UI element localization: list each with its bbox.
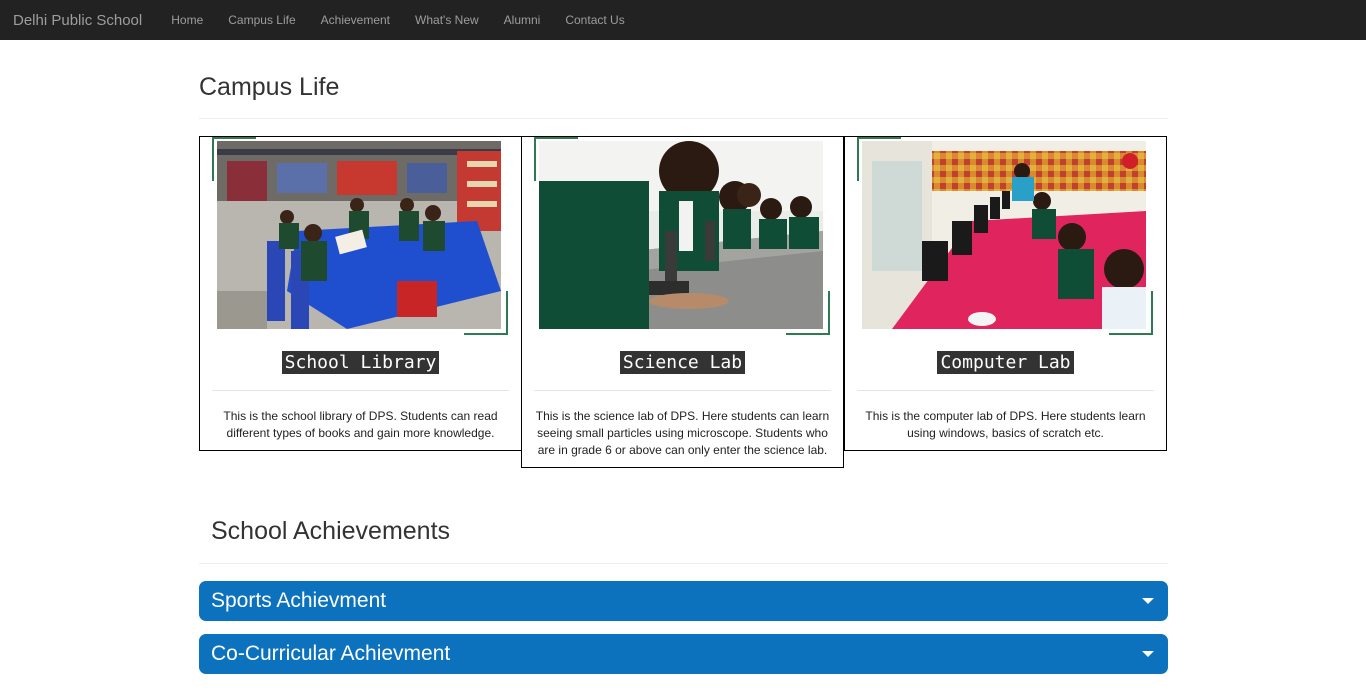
card-title-library: School Library [200, 351, 521, 374]
science-photo [539, 141, 823, 329]
card-science-lab: Science Lab This is the science lab of D… [521, 136, 844, 468]
top-navbar: Delhi Public School Home Campus Life Ach… [0, 0, 1366, 40]
computer-photo-frame [857, 137, 1153, 335]
caret-down-icon [1142, 651, 1154, 657]
accordion-co-curricular-label: Co-Curricular Achievment [211, 642, 451, 665]
campus-life-heading: Campus Life [199, 73, 340, 101]
science-photo-frame [534, 137, 830, 335]
nav-link-contact-us[interactable]: Contact Us [552, 13, 636, 27]
card-text-computer: This is the computer lab of DPS. Here st… [865, 409, 1146, 440]
section-divider [199, 118, 1168, 119]
nav-link-alumni[interactable]: Alumni [491, 13, 553, 27]
nav-link-home[interactable]: Home [158, 13, 215, 27]
caret-down-icon [1142, 598, 1154, 604]
achievements-divider [199, 563, 1168, 564]
nav-link-whats-new[interactable]: What's New [402, 13, 491, 27]
card-text-library: This is the school library of DPS. Stude… [223, 409, 498, 440]
card-text-science: This is the science lab of DPS. Here stu… [535, 409, 830, 457]
brand-link[interactable]: Delhi Public School [13, 12, 142, 29]
card-title-science: Science Lab [522, 351, 843, 374]
nav-link-campus-life[interactable]: Campus Life [215, 13, 307, 27]
nav-link-achievement[interactable]: Achievement [308, 13, 402, 27]
library-photo [217, 141, 501, 329]
computer-photo [862, 141, 1146, 329]
accordion-co-curricular[interactable]: Co-Curricular Achievment [199, 634, 1168, 674]
accordion-sports[interactable]: Sports Achievment [199, 581, 1168, 621]
accordion-sports-label: Sports Achievment [211, 589, 387, 612]
card-title-computer: Computer Lab [845, 351, 1166, 374]
card-computer-lab: Computer Lab This is the computer lab of… [844, 136, 1167, 451]
card-school-library: School Library This is the school librar… [199, 136, 522, 451]
library-photo-frame [212, 137, 508, 335]
achievements-heading: School Achievements [211, 517, 451, 545]
